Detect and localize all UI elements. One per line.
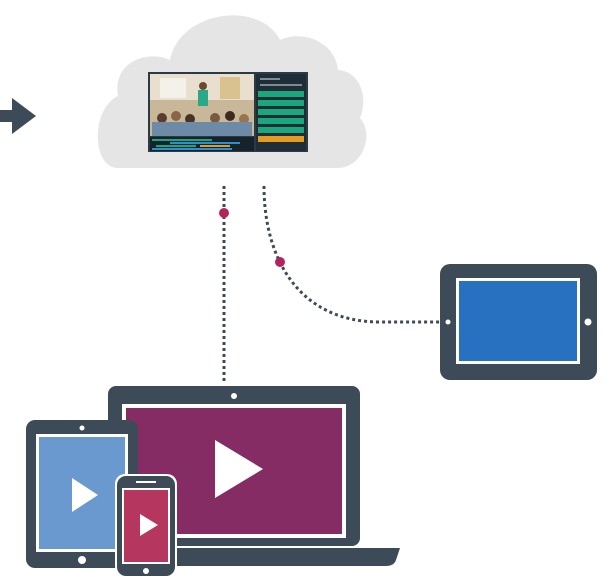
connector-cloud-tablet	[262, 185, 442, 324]
camera-dot	[445, 319, 451, 325]
home-button	[584, 318, 592, 326]
home-button	[143, 568, 149, 574]
dashboard-side-panel	[256, 74, 306, 151]
home-button	[78, 556, 86, 564]
tablet-screen	[459, 281, 577, 361]
connector-cloud-laptop	[219, 186, 229, 384]
tablet-landscape	[440, 264, 597, 380]
arrow-right-icon	[0, 98, 36, 134]
streaming-diagram	[0, 0, 607, 576]
cloud-dashboard-screenshot	[148, 72, 308, 152]
connector-dot	[219, 208, 229, 218]
connector-dot	[275, 257, 285, 267]
webcam-dot	[231, 393, 237, 399]
diagram-canvas	[0, 15, 597, 576]
smartphone	[115, 474, 177, 576]
classroom-video-thumbnail	[150, 74, 254, 136]
camera-dot	[79, 425, 85, 431]
speaker-slot	[136, 481, 156, 483]
timeline-tracks	[150, 137, 254, 151]
